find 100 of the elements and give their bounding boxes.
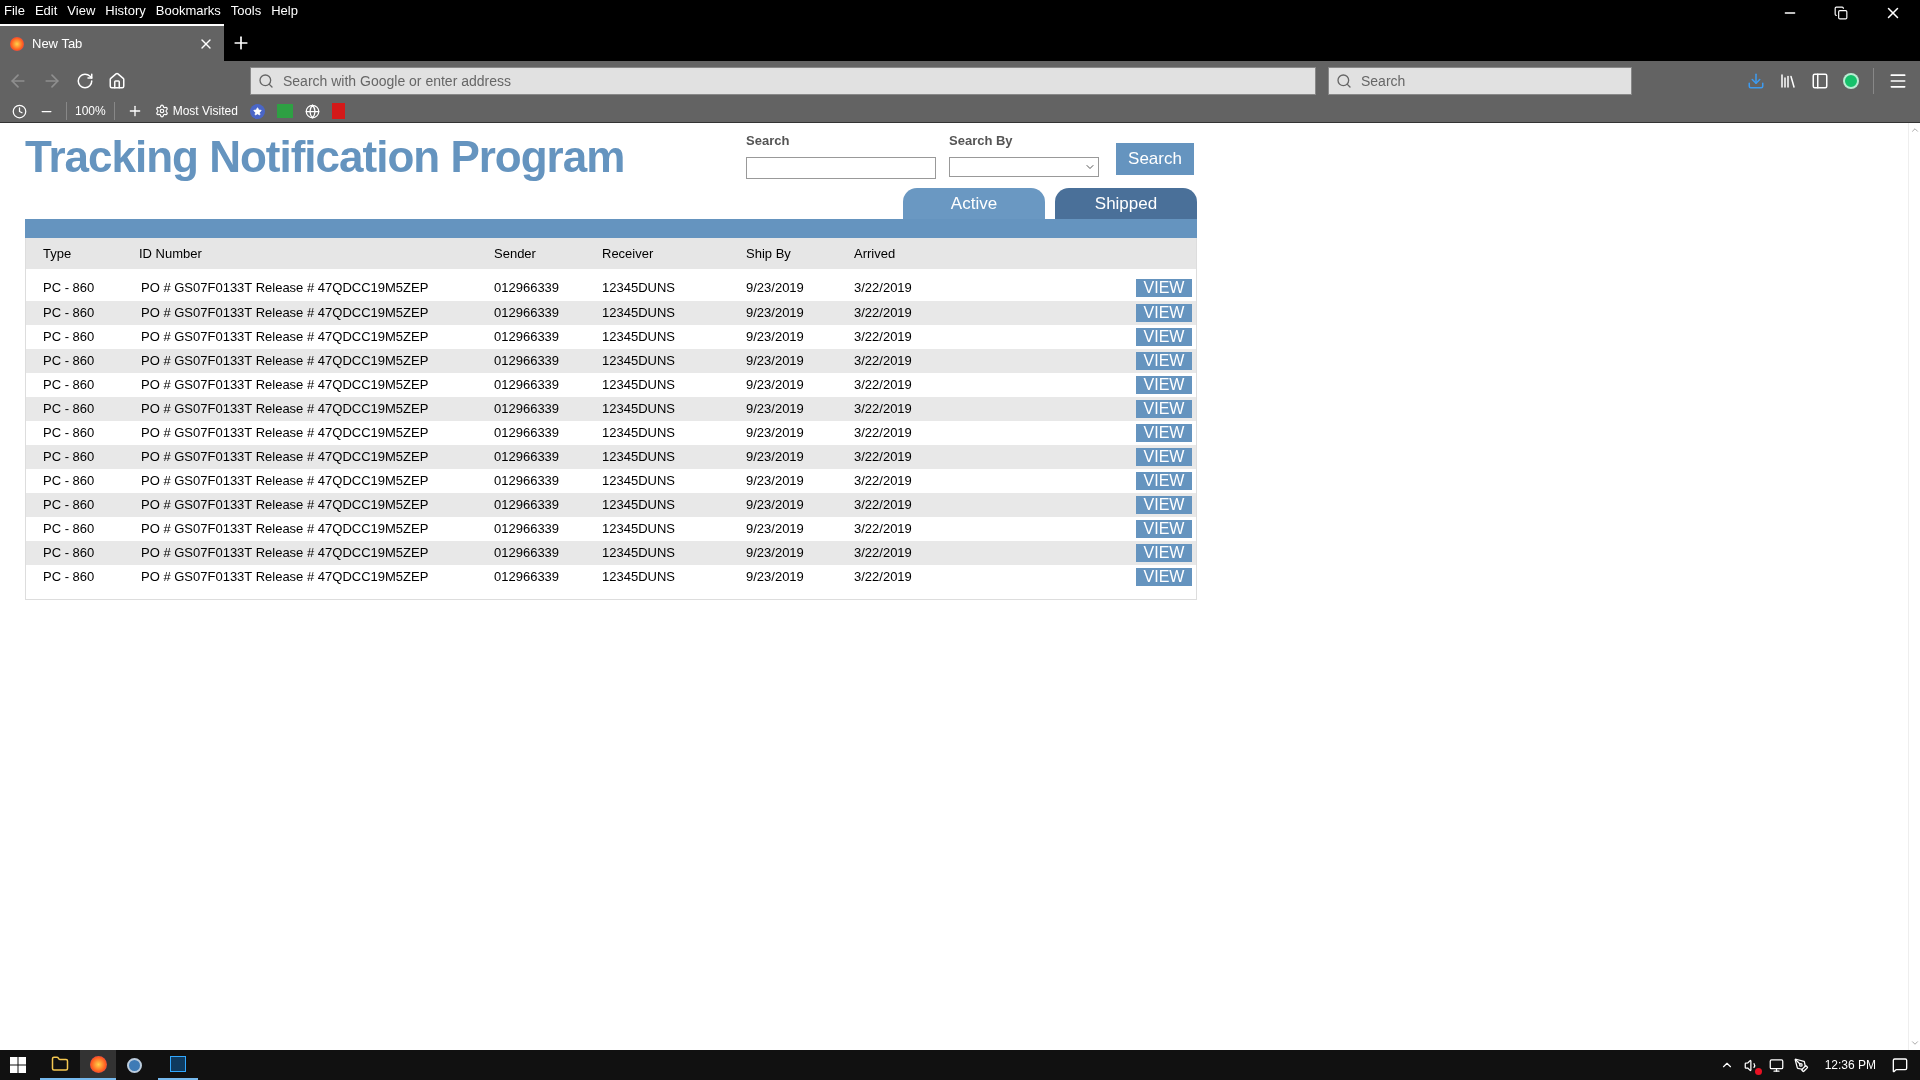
view-button[interactable]: VIEW (1136, 568, 1192, 586)
table-cell-text: PC - 860 (42, 278, 96, 297)
browser-logo-icon[interactable] (89, 1055, 107, 1073)
bookmark-item[interactable]: Most Visited (154, 102, 238, 120)
table-cell-text: PO # GS07F0133T Release # 47QDCC19M5ZEP (140, 376, 430, 395)
column-header: Arrived (854, 244, 897, 263)
table-cell-text: 12345DUNS (602, 352, 676, 371)
table-cell-text: 12345DUNS (602, 472, 676, 491)
table-cell-text: 012966339 (494, 304, 561, 323)
address-field[interactable]: Search with Google or enter address (250, 66, 1316, 95)
table-cell-text: 9/23/2019 (746, 448, 805, 467)
table-cell-text: 3/22/2019 (854, 544, 913, 563)
view-button[interactable]: VIEW (1136, 278, 1192, 297)
column-header: Type (42, 244, 73, 263)
table-cell-text: 12345DUNS (602, 496, 676, 515)
table-cell-text: 012966339 (494, 424, 561, 443)
table-cell-text: PC - 860 (42, 328, 96, 347)
table-cell-text: PO # GS07F0133T Release # 47QDCC19M5ZEP (140, 544, 430, 563)
table-cell-text: PO # GS07F0133T Release # 47QDCC19M5ZEP (140, 328, 430, 347)
search-icon (1336, 72, 1352, 89)
view-button[interactable]: VIEW (1136, 448, 1192, 466)
browser-tab[interactable]: New Tab (0, 24, 224, 61)
view-button[interactable]: VIEW (1136, 544, 1192, 562)
table-cell-text: 3/22/2019 (854, 448, 913, 467)
table-cell-text: PC - 860 (42, 448, 96, 467)
view-button[interactable]: VIEW (1136, 376, 1192, 394)
table-cell-text: 9/23/2019 (746, 496, 805, 515)
table-cell-text: 12345DUNS (602, 400, 676, 419)
folder-icon[interactable] (51, 1055, 69, 1073)
menu-item[interactable]: File (4, 1, 25, 21)
zoom-level[interactable]: 100% (66, 102, 115, 120)
table-cell-text: 12345DUNS (602, 376, 676, 395)
table-cell-text: 012966339 (494, 568, 561, 587)
clock[interactable]: 12:36 PM (1818, 1056, 1882, 1074)
table-cell-text: PC - 860 (42, 568, 96, 587)
menu-item[interactable]: Tools (230, 1, 262, 21)
table-cell-text: 012966339 (494, 328, 561, 347)
library-icon[interactable] (1779, 71, 1797, 90)
view-button[interactable]: VIEW (1136, 424, 1192, 442)
restore-icon[interactable] (1834, 6, 1848, 20)
extension-icon[interactable] (1843, 72, 1859, 89)
menu-item[interactable]: View (67, 1, 96, 21)
menu-item[interactable]: Help (271, 1, 298, 21)
table-cell-text: 12345DUNS (602, 544, 676, 563)
table-cell-text: PC - 860 (42, 352, 96, 371)
menu-item[interactable]: Edit (34, 1, 58, 21)
home-icon[interactable] (108, 71, 126, 90)
table-cell-text: 9/23/2019 (746, 520, 805, 539)
view-button[interactable]: VIEW (1136, 496, 1192, 514)
pen-icon[interactable] (1793, 1057, 1809, 1073)
table-cell-text: 9/23/2019 (746, 424, 805, 443)
search-field[interactable] (746, 156, 936, 179)
view-button[interactable]: VIEW (1136, 472, 1192, 490)
windows-logo-icon[interactable] (10, 1057, 26, 1073)
page-title: Tracking Notification Program (25, 131, 626, 183)
menu-item[interactable]: History (105, 1, 146, 21)
network-icon[interactable] (1768, 1057, 1784, 1073)
notifications-icon[interactable] (1892, 1057, 1908, 1073)
table-cell-text: 12345DUNS (602, 278, 676, 297)
muted-speaker-icon[interactable] (1743, 1057, 1759, 1073)
tab-title: New Tab (32, 34, 84, 53)
table-cell-text: PC - 860 (42, 520, 96, 539)
search-by-dropdown[interactable] (949, 156, 1099, 177)
reload-icon[interactable] (76, 71, 94, 90)
table-cell-text: PC - 860 (42, 400, 96, 419)
search-field[interactable]: Search (1328, 66, 1632, 95)
table-cell-text: 012966339 (494, 520, 561, 539)
view-button[interactable]: VIEW (1136, 304, 1192, 322)
table-cell-text: 012966339 (494, 352, 561, 371)
table-cell-text: 3/22/2019 (854, 400, 913, 419)
table-cell-text: 3/22/2019 (854, 304, 913, 323)
table-cell-text: 3/22/2019 (854, 352, 913, 371)
table-cell-text: 9/23/2019 (746, 568, 805, 587)
table-cell-text: PC - 860 (42, 424, 96, 443)
sidebar-icon[interactable] (1811, 71, 1829, 90)
table-cell-text: PC - 860 (42, 376, 96, 395)
tab[interactable]: Active (903, 188, 1045, 219)
table-cell-text: 3/22/2019 (854, 472, 913, 491)
globe-icon[interactable] (304, 103, 320, 119)
table-cell-text: PO # GS07F0133T Release # 47QDCC19M5ZEP (140, 304, 430, 323)
gear-icon (154, 104, 169, 118)
table-cell-text: PO # GS07F0133T Release # 47QDCC19M5ZEP (140, 472, 430, 491)
column-header: Ship By (746, 244, 792, 263)
view-button[interactable]: VIEW (1136, 328, 1192, 346)
table-cell-text: 3/22/2019 (854, 328, 913, 347)
menu-item[interactable]: Bookmarks (155, 1, 221, 21)
table-cell-text: 12345DUNS (602, 424, 676, 443)
table-cell-text: PC - 860 (42, 304, 96, 323)
table-cell-text: 012966339 (494, 544, 561, 563)
view-button[interactable]: VIEW (1136, 352, 1192, 370)
table-cell-text: 012966339 (494, 496, 561, 515)
history-icon[interactable] (12, 103, 27, 119)
view-button[interactable]: VIEW (1136, 520, 1192, 538)
view-button[interactable]: VIEW (1136, 400, 1192, 418)
table-cell-text: 9/23/2019 (746, 328, 805, 347)
table-cell-text: 12345DUNS (602, 448, 676, 467)
tab[interactable]: Shipped (1055, 188, 1197, 219)
table-cell-text: 3/22/2019 (854, 278, 913, 297)
search-button[interactable]: Search (1116, 143, 1194, 175)
table-cell-text: 12345DUNS (602, 520, 676, 539)
